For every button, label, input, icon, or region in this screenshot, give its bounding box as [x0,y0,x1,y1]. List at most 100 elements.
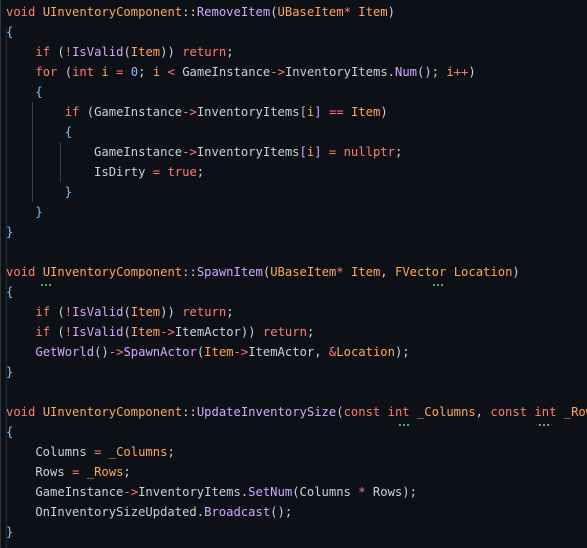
code-token-op: -> [233,345,249,359]
code-token-kw: for [35,65,58,79]
code-token-brace: } [35,205,43,219]
code-line[interactable]: { [6,282,13,302]
code-token-brace: { [6,425,14,439]
code-token-plain: Rows [6,465,73,479]
code-token-kw: if [35,305,51,319]
code-line[interactable]: { [6,122,72,142]
code-token-plain: GameInstance [94,105,183,119]
code-line[interactable]: void UInventoryComponent::RemoveItem(UBa… [6,2,395,22]
code-token-plain: InventoryItems [196,105,300,119]
code-token-op: * [358,485,366,499]
code-line[interactable]: } [6,522,13,542]
code-line[interactable]: GameInstance->InventoryItems.SetNum(Colu… [6,482,417,502]
code-line[interactable]: Rows = _Rows; [6,462,130,482]
warning-squiggle [433,282,443,286]
code-token-type: FVector [394,265,447,279]
code-token-punc: ) [468,65,476,79]
code-token-param: _Columns [108,445,168,459]
code-line[interactable]: OnInventorySizeUpdated.Broadcast(); [6,502,292,522]
code-line[interactable]: } [6,222,13,242]
code-token-kw: void [6,5,36,19]
code-line[interactable]: void UInventoryComponent::UpdateInventor… [6,402,587,422]
code-line[interactable]: GameInstance->InventoryItems[i] = nullpt… [6,142,402,162]
code-token-plain: GameInstance [174,65,271,79]
code-token-punc: ( [123,325,131,339]
code-token-punc: ) [512,265,520,279]
code-token-plain: ItemActor [174,325,241,339]
code-line[interactable]: Columns = _Columns; [6,442,174,462]
code-token-punc: ( [50,325,65,339]
code-token-plain: Columns [6,445,95,459]
code-editor[interactable]: void UInventoryComponent::RemoveItem(UBa… [0,0,587,548]
code-line[interactable]: for (int i = 0; i < GameInstance->Invent… [6,62,476,82]
code-token-punc: ( [292,485,300,499]
code-token-type: i [101,65,109,79]
code-token-plain: Rows [365,485,403,499]
code-token-fn: IsValid [72,45,124,59]
code-token-kw: void [6,405,36,419]
code-token-type: i [446,65,454,79]
code-token-op: ! [64,45,73,59]
code-token-brace: } [6,525,14,539]
code-token-punc: :: [182,265,197,279]
code-token-brace: } [6,365,14,379]
code-token-type: UInventoryComponent [42,5,183,19]
code-token-param: _Rows [563,405,587,419]
code-token-param: _Columns [416,405,476,419]
code-token-kw: return [182,45,227,59]
code-line[interactable]: void UInventoryComponent::SpawnItem(UBas… [6,262,520,282]
code-token-fn: [ [299,145,307,159]
code-token-type: UInventoryComponent [42,405,183,419]
code-line[interactable]: if (GameInstance->InventoryItems[i] == I… [6,102,388,122]
code-token-punc: ( [270,5,278,19]
warning-squiggle [41,282,51,286]
code-line[interactable]: } [6,182,72,202]
code-token-type: UInventoryComponent [42,265,183,279]
code-line[interactable]: } [6,362,13,382]
code-token-brace: { [35,85,43,99]
code-token-punc: , [380,265,395,279]
code-token-punc: ); [394,345,410,359]
code-token-op: = [152,165,161,179]
code-line[interactable]: GetWorld()->SpawnActor(Item->ItemActor, … [6,342,410,362]
code-token-op: -> [108,345,124,359]
code-token-punc: )) [240,325,256,339]
code-token-punc: ( [123,305,131,319]
code-token-fn: [ [299,105,307,119]
code-token-plain: Columns [299,485,359,499]
code-token-param: Item [358,5,388,19]
code-line[interactable]: { [6,422,13,442]
code-line[interactable]: if (!IsValid(Item)) return; [6,42,233,62]
code-token-fn: SpawnItem [196,265,263,279]
code-line[interactable]: { [6,82,43,102]
code-line[interactable]: IsDirty = true; [6,162,204,182]
code-token-fn: GetWorld [35,345,95,359]
code-line[interactable]: } [6,202,43,222]
code-token-param: Item [350,265,381,279]
code-token-brace: { [6,285,14,299]
code-token-param: Item [130,45,161,59]
code-token-punc: ; [196,165,205,179]
code-token-op: -> [270,65,285,79]
code-line[interactable]: { [6,22,13,42]
code-token-plain: GameInstance [6,145,183,159]
code-token-fn: RemoveItem [196,5,271,19]
code-token-plain: IsDirty [6,165,153,179]
code-line[interactable]: if (!IsValid(Item->ItemActor)) return; [6,322,314,342]
code-line[interactable]: if (!IsValid(Item)) return; [6,302,233,322]
